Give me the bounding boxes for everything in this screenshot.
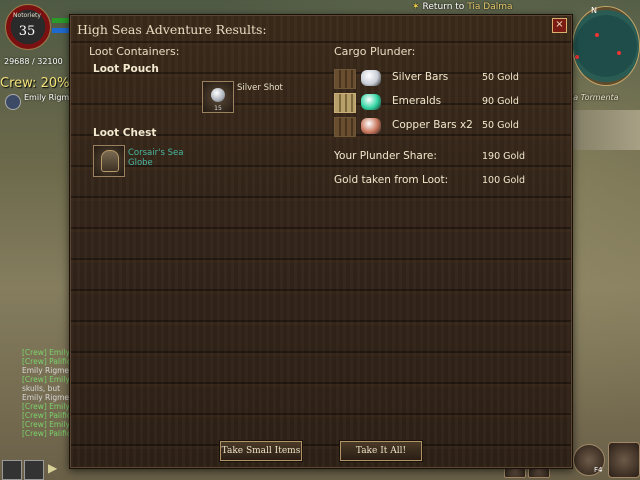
plunder-share-value: 190 Gold xyxy=(482,151,525,162)
plunder-share-label: Your Plunder Share: xyxy=(334,150,437,162)
chat-line: [Crew] Emily xyxy=(22,348,70,357)
close-button[interactable]: × xyxy=(552,18,567,33)
health-text: 29688 / 32100 xyxy=(4,57,63,66)
gold-taken-label: Gold taken from Loot: xyxy=(334,174,449,186)
cargo-plunder-heading: Cargo Plunder: xyxy=(334,45,416,58)
chat-line: [Crew] Palific xyxy=(22,411,70,420)
panel-title: High Seas Adventure Results: xyxy=(77,22,267,37)
silver-shot-quantity: 15 xyxy=(214,105,222,112)
take-small-items-button[interactable]: Take Small Items xyxy=(220,441,302,461)
chat-line: Emily Rigmen xyxy=(22,393,70,402)
chat-line: [Crew] Emily xyxy=(22,420,70,429)
health-bar xyxy=(52,18,70,23)
chat-bubble-icon[interactable] xyxy=(24,460,44,480)
globe-shape-icon xyxy=(101,150,119,172)
minimap-marker xyxy=(617,51,621,55)
silver-shot-ball-icon xyxy=(211,88,225,102)
chat-send-arrow-icon[interactable]: ▶ xyxy=(48,461,57,475)
star-icon: ✶ xyxy=(412,2,420,12)
location-name: la Tormenta xyxy=(571,93,619,102)
cargo-name: Copper Bars x2 xyxy=(392,119,473,131)
cargo-value: 50 Gold xyxy=(482,72,519,83)
notoriety-label: Notoriety xyxy=(13,12,41,19)
minimap-marker xyxy=(575,55,579,59)
gold-taken-value: 100 Gold xyxy=(482,175,525,186)
chat-line: [Crew] Emily xyxy=(22,375,70,384)
silver-shot-label: Silver Shot xyxy=(237,83,283,93)
return-to-destination-link[interactable]: ✶ Return to Tia Dalma xyxy=(412,2,513,12)
compass-north-label: N xyxy=(591,6,597,15)
voodoo-bar xyxy=(52,28,70,33)
cargo-name: Emeralds xyxy=(392,95,442,107)
return-prefix: Return to xyxy=(422,2,465,12)
hotkey-f4-label: F4 xyxy=(594,466,603,474)
chat-log: [Crew] Emily [Crew] Palific Emily Rigmen [C… xyxy=(22,348,70,438)
treasure-chest-icon[interactable] xyxy=(608,442,640,478)
chat-line: [Crew] Emily xyxy=(22,402,70,411)
crew-status-label: Crew: 20% xyxy=(0,76,70,91)
cargo-crate-icon xyxy=(334,69,356,89)
compass-minimap[interactable] xyxy=(572,6,640,86)
sea-globe-label[interactable]: Corsair's Sea Globe xyxy=(128,148,194,168)
adventure-results-panel: High Seas Adventure Results: × Loot Cont… xyxy=(69,14,573,469)
notoriety-value: 35 xyxy=(18,24,36,39)
crew-member-avatar[interactable] xyxy=(5,94,21,110)
chat-line: Emily Rigmen xyxy=(22,366,70,375)
chat-line: skulls, but xyxy=(22,384,61,393)
cargo-value: 90 Gold xyxy=(482,96,519,107)
cargo-value: 50 Gold xyxy=(482,120,519,131)
chat-line: [Crew] Palific xyxy=(22,357,70,366)
silver-bars-icon[interactable] xyxy=(361,70,381,86)
chat-controls: ▶ xyxy=(0,458,70,480)
emote-icon[interactable] xyxy=(2,460,22,480)
cargo-row: Emeralds 90 Gold xyxy=(334,93,564,113)
cargo-row: Silver Bars 50 Gold xyxy=(334,69,564,89)
loot-chest-heading: Loot Chest xyxy=(93,127,157,139)
cargo-crate-icon xyxy=(334,93,356,113)
cargo-row: Copper Bars x2 50 Gold xyxy=(334,117,564,137)
take-it-all-button[interactable]: Take It All! xyxy=(340,441,422,461)
minimap-marker xyxy=(595,33,599,37)
chat-line: [Crew] Palific xyxy=(22,429,70,438)
return-destination: Tia Dalma xyxy=(467,2,513,12)
sea-globe-icon[interactable] xyxy=(93,145,125,177)
emeralds-icon[interactable] xyxy=(361,94,381,110)
silver-shot-icon[interactable]: 15 xyxy=(202,81,234,113)
loot-containers-heading: Loot Containers: xyxy=(89,45,180,58)
cargo-name: Silver Bars xyxy=(392,71,449,83)
cargo-crate-icon xyxy=(334,117,356,137)
loot-pouch-heading: Loot Pouch xyxy=(93,63,159,75)
copper-bars-icon[interactable] xyxy=(361,118,381,134)
